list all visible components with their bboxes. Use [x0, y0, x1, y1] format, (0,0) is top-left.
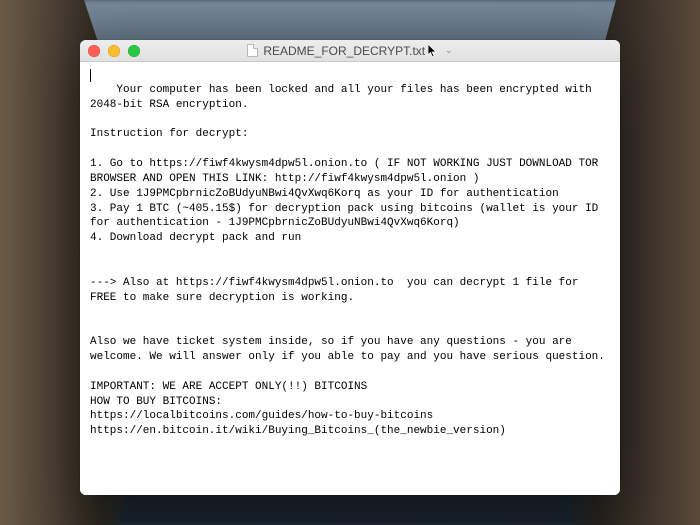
mouse-cursor-icon [428, 44, 438, 58]
window-controls [80, 45, 140, 57]
text-editor-window: README_FOR_DECRYPT.txt ⌄ Your computer h… [80, 40, 620, 495]
document-text: Your computer has been locked and all yo… [90, 84, 605, 437]
window-title: README_FOR_DECRYPT.txt [263, 44, 425, 58]
close-button[interactable] [88, 45, 100, 57]
title-area[interactable]: README_FOR_DECRYPT.txt ⌄ [80, 44, 620, 58]
window-titlebar[interactable]: README_FOR_DECRYPT.txt ⌄ [80, 40, 620, 62]
document-content[interactable]: Your computer has been locked and all yo… [80, 62, 620, 495]
minimize-button[interactable] [108, 45, 120, 57]
zoom-button[interactable] [128, 45, 140, 57]
document-icon [247, 44, 258, 57]
title-dropdown-icon[interactable]: ⌄ [445, 45, 453, 56]
text-caret [90, 69, 91, 82]
